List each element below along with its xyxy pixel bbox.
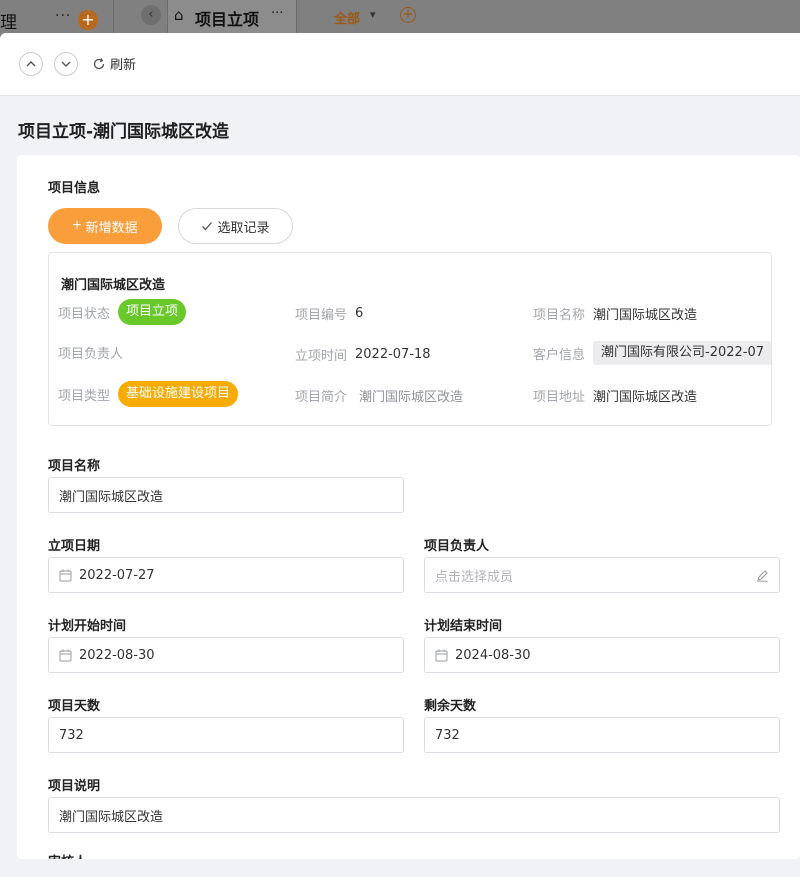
- record-field-name: 项目名称 潮门国际城区改造: [533, 308, 698, 323]
- section-title: 项目信息: [48, 181, 101, 196]
- owner-picker[interactable]: 点击选择成员: [424, 557, 780, 593]
- type-badge: 基础设施建设项目: [118, 381, 239, 407]
- calendar-icon: [59, 649, 72, 661]
- bg-left-text: 理: [0, 13, 17, 33]
- bg-back-icon[interactable]: ‹: [141, 5, 161, 25]
- plan-end-input[interactable]: 2024-08-30: [424, 637, 780, 673]
- record-name: 潮门国际城区改造: [61, 278, 166, 293]
- pick-record-label: 选取记录: [217, 219, 270, 235]
- remaining-days-label: 剩余天数: [424, 699, 477, 714]
- edit-icon[interactable]: [756, 569, 769, 582]
- record-field-code: 项目编号 6: [295, 306, 364, 323]
- bg-filter-label[interactable]: 全部: [334, 8, 360, 27]
- prev-record-button[interactable]: [19, 52, 43, 76]
- record-card[interactable]: 潮门国际城区改造 项目状态 项目立项 项目编号 6 项目名称 潮门国际城区改造 …: [48, 252, 772, 426]
- calendar-icon: [59, 569, 72, 581]
- page-title: 项目立项-潮门国际城区改造: [18, 122, 230, 142]
- refresh-button[interactable]: 刷新: [92, 54, 136, 73]
- record-field-status: 项目状态 项目立项: [58, 299, 187, 325]
- bg-divider: [113, 0, 114, 34]
- calendar-icon: [435, 649, 448, 661]
- next-field-label: 审核人: [48, 851, 87, 859]
- chevron-up-icon: [26, 61, 36, 67]
- status-badge: 项目立项: [118, 299, 187, 325]
- plus-icon: +: [72, 217, 82, 234]
- bg-tab-title: 项目立项: [195, 10, 260, 29]
- plan-start-label: 计划开始时间: [48, 619, 127, 634]
- bg-add-circle-icon[interactable]: +: [400, 7, 416, 23]
- record-field-client: 客户信息 潮门国际有限公司-2022-07: [533, 341, 771, 365]
- plan-start-input[interactable]: 2022-08-30: [48, 637, 404, 673]
- pick-record-button[interactable]: 选取记录: [178, 208, 293, 244]
- client-chip[interactable]: 潮门国际有限公司-2022-07: [593, 341, 771, 365]
- form-card: 项目信息 + 新增数据 选取记录 潮门国际城区改造 项目状态 项目立项 项目编号…: [17, 155, 800, 859]
- refresh-label: 刷新: [110, 58, 137, 73]
- remaining-days-input[interactable]: 732: [424, 717, 780, 753]
- chevron-down-icon: [61, 61, 71, 67]
- record-field-type: 项目类型 基础设施建设项目: [58, 381, 239, 407]
- add-data-button[interactable]: + 新增数据: [48, 208, 162, 244]
- project-name-input[interactable]: 潮门国际城区改造: [48, 477, 404, 513]
- owner-label: 项目负责人: [424, 539, 490, 554]
- check-icon: [202, 222, 213, 231]
- bg-add-icon[interactable]: +: [78, 10, 98, 30]
- refresh-icon: [93, 57, 105, 69]
- drawer-toolbar: 刷新: [0, 33, 800, 96]
- record-field-date: 立项时间 2022-07-18: [295, 347, 431, 364]
- plan-end-label: 计划结束时间: [424, 619, 503, 634]
- detail-drawer: 刷新 项目立项-潮门国际城区改造 项目信息 + 新增数据 选取记录 潮门国际城区…: [0, 33, 800, 877]
- bg-tab-project[interactable]: ⌂ 项目立项 ···: [167, 0, 297, 34]
- home-icon: ⌂: [174, 6, 184, 24]
- next-record-button[interactable]: [54, 52, 78, 76]
- bg-tab-more-icon[interactable]: ···: [271, 6, 283, 21]
- record-field-owner: 项目负责人: [58, 347, 124, 362]
- project-date-input[interactable]: 2022-07-27: [48, 557, 404, 593]
- start-date-label: 立项日期: [48, 539, 101, 554]
- chevron-down-icon[interactable]: ▾: [370, 8, 376, 21]
- project-name-label: 项目名称: [48, 459, 101, 474]
- record-field-brief: 项目简介 潮门国际城区改造: [295, 390, 464, 405]
- project-desc-input[interactable]: 潮门国际城区改造: [48, 797, 780, 833]
- background-tab-bar: 理 ··· + ‹ ⌂ 项目立项 ··· 全部 ▾ +: [0, 0, 800, 34]
- bg-more-icon[interactable]: ···: [55, 8, 71, 24]
- record-field-address: 项目地址 潮门国际城区改造: [533, 390, 698, 405]
- project-desc-label: 项目说明: [48, 779, 101, 794]
- project-days-label: 项目天数: [48, 699, 101, 714]
- add-data-label: 新增数据: [85, 219, 138, 235]
- project-days-input[interactable]: 732: [48, 717, 404, 753]
